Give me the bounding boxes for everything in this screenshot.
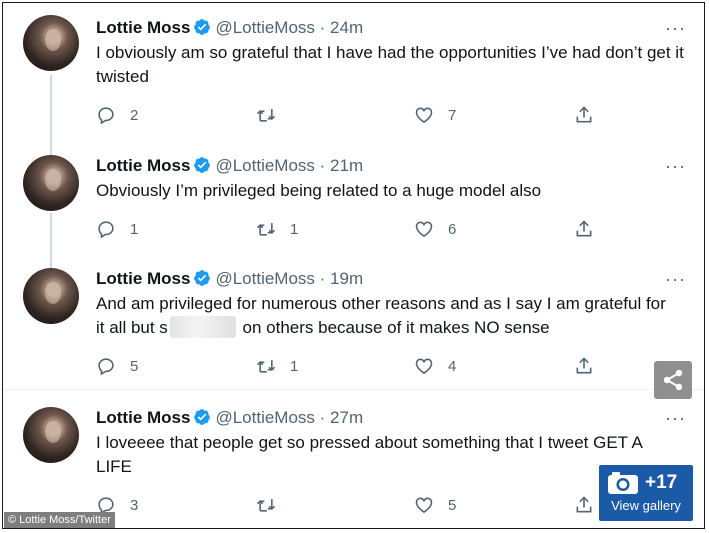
display-name[interactable]: Lottie Moss: [96, 408, 190, 427]
tweet-actions: 3 5: [96, 493, 616, 517]
reply-icon: [98, 107, 114, 125]
retweet-count: 1: [290, 357, 299, 375]
dot-separator: ·: [314, 269, 331, 288]
share-tweet-button[interactable]: [574, 217, 594, 241]
like-count: 5: [448, 496, 457, 514]
like-button[interactable]: 4: [414, 354, 456, 378]
share-icon: [576, 496, 592, 513]
verified-badge-icon: [194, 409, 211, 425]
like-count: 6: [448, 220, 457, 238]
avatar[interactable]: [23, 155, 79, 211]
gallery-count-row: +17: [607, 471, 677, 495]
dot-separator: ·: [314, 408, 331, 427]
like-button[interactable]: 5: [414, 493, 456, 517]
like-button[interactable]: 7: [414, 103, 456, 127]
reply-icon: [98, 221, 114, 239]
verified-badge-icon: [194, 19, 211, 35]
screenshot-frame: Lottie Moss @LottieMoss · 24m ··· I obvio…: [2, 2, 705, 529]
redacted-blur: [169, 316, 236, 338]
tweet-divider: [3, 389, 704, 390]
tweet-text: I obviously am so grateful that I have h…: [96, 43, 684, 86]
timestamp[interactable]: 19m: [330, 269, 363, 288]
heart-icon: [415, 107, 433, 124]
avatar[interactable]: [23, 15, 79, 71]
handle[interactable]: @LottieMoss: [215, 18, 314, 37]
tweet-text-line: And am privileged for numerous other rea…: [96, 294, 666, 313]
retweet-icon: [256, 360, 276, 373]
like-count: 7: [448, 106, 457, 124]
handle[interactable]: @LottieMoss: [215, 408, 314, 427]
more-options-icon[interactable]: ···: [665, 270, 686, 288]
more-options-icon[interactable]: ···: [665, 19, 686, 37]
retweet-button[interactable]: 1: [256, 217, 298, 241]
retweet-button[interactable]: [256, 493, 290, 517]
more-options-icon[interactable]: ···: [665, 157, 686, 175]
reply-icon: [98, 358, 114, 376]
reply-button[interactable]: 5: [96, 354, 138, 378]
reply-count: 1: [130, 220, 139, 238]
retweet-count: 1: [290, 220, 299, 238]
tweet-text-line: it all but s on others because of it mak…: [96, 316, 686, 340]
verified-badge-icon: [194, 270, 211, 286]
share-icon: [576, 357, 592, 374]
dot-separator: ·: [314, 18, 331, 37]
heart-icon: [415, 358, 433, 375]
tweet-actions: 2 7: [96, 103, 616, 127]
tweet-header: Lottie Moss @LottieMoss · 21m: [96, 155, 363, 177]
tweet-actions: 5 1 4: [96, 354, 616, 378]
heart-icon: [415, 221, 433, 238]
reply-button[interactable]: 2: [96, 103, 138, 127]
handle[interactable]: @LottieMoss: [215, 269, 314, 288]
tweet[interactable]: Lottie Moss @LottieMoss · 19m ··· And am …: [3, 258, 704, 388]
share-icon: [576, 106, 592, 123]
tweet-text-fragment: it all but s: [96, 318, 168, 337]
dot-separator: ·: [314, 156, 331, 175]
like-count: 4: [448, 357, 457, 375]
gallery-label: View gallery: [611, 498, 681, 513]
retweet-button[interactable]: [256, 103, 290, 127]
handle[interactable]: @LottieMoss: [215, 156, 314, 175]
tweet-text: Obviously I’m privileged being related t…: [96, 181, 542, 200]
reply-count: 2: [130, 106, 139, 124]
timestamp[interactable]: 21m: [330, 156, 363, 175]
tweet[interactable]: Lottie Moss @LottieMoss · 24m ··· I obvio…: [3, 3, 704, 143]
tweet-header: Lottie Moss @LottieMoss · 19m: [96, 268, 363, 290]
verified-badge-icon: [194, 157, 211, 173]
tweet-text: And am privileged for numerous other rea…: [96, 292, 686, 340]
more-options-icon[interactable]: ···: [665, 409, 686, 427]
image-credit: © Lottie Moss/Twitter: [4, 512, 115, 528]
share-tweet-button[interactable]: [574, 354, 594, 378]
like-button[interactable]: 6: [414, 217, 456, 241]
share-tweet-button[interactable]: [574, 493, 594, 517]
tweet-actions: 1 1 6: [96, 217, 616, 241]
avatar[interactable]: [23, 268, 79, 324]
tweet-header: Lottie Moss @LottieMoss · 27m: [96, 407, 363, 429]
tweet-text: I loveeee that people get so pressed abo…: [96, 433, 642, 476]
share-image-button[interactable]: [654, 361, 692, 399]
timestamp[interactable]: 27m: [330, 408, 363, 427]
display-name[interactable]: Lottie Moss: [96, 269, 190, 288]
camera-icon: [608, 472, 638, 494]
heart-icon: [415, 497, 433, 514]
share-icon: [576, 220, 592, 237]
timestamp[interactable]: 24m: [330, 18, 363, 37]
reply-count: 3: [130, 496, 139, 514]
display-name[interactable]: Lottie Moss: [96, 18, 190, 37]
tweet-text-fragment: on others because of it makes NO sense: [237, 318, 550, 337]
avatar[interactable]: [23, 407, 79, 463]
retweet-icon: [256, 109, 276, 122]
retweet-icon: [256, 499, 276, 512]
display-name[interactable]: Lottie Moss: [96, 156, 190, 175]
retweet-button[interactable]: 1: [256, 354, 298, 378]
reply-count: 5: [130, 357, 139, 375]
reply-button[interactable]: 1: [96, 217, 138, 241]
retweet-icon: [256, 223, 276, 236]
share-nodes-icon: [663, 369, 683, 391]
tweet[interactable]: Lottie Moss @LottieMoss · 21m ··· Obvious…: [3, 143, 704, 258]
gallery-count: +17: [645, 472, 678, 493]
tweet-header: Lottie Moss @LottieMoss · 24m: [96, 17, 363, 39]
view-gallery-button[interactable]: +17 View gallery: [599, 465, 693, 521]
share-tweet-button[interactable]: [574, 103, 594, 127]
